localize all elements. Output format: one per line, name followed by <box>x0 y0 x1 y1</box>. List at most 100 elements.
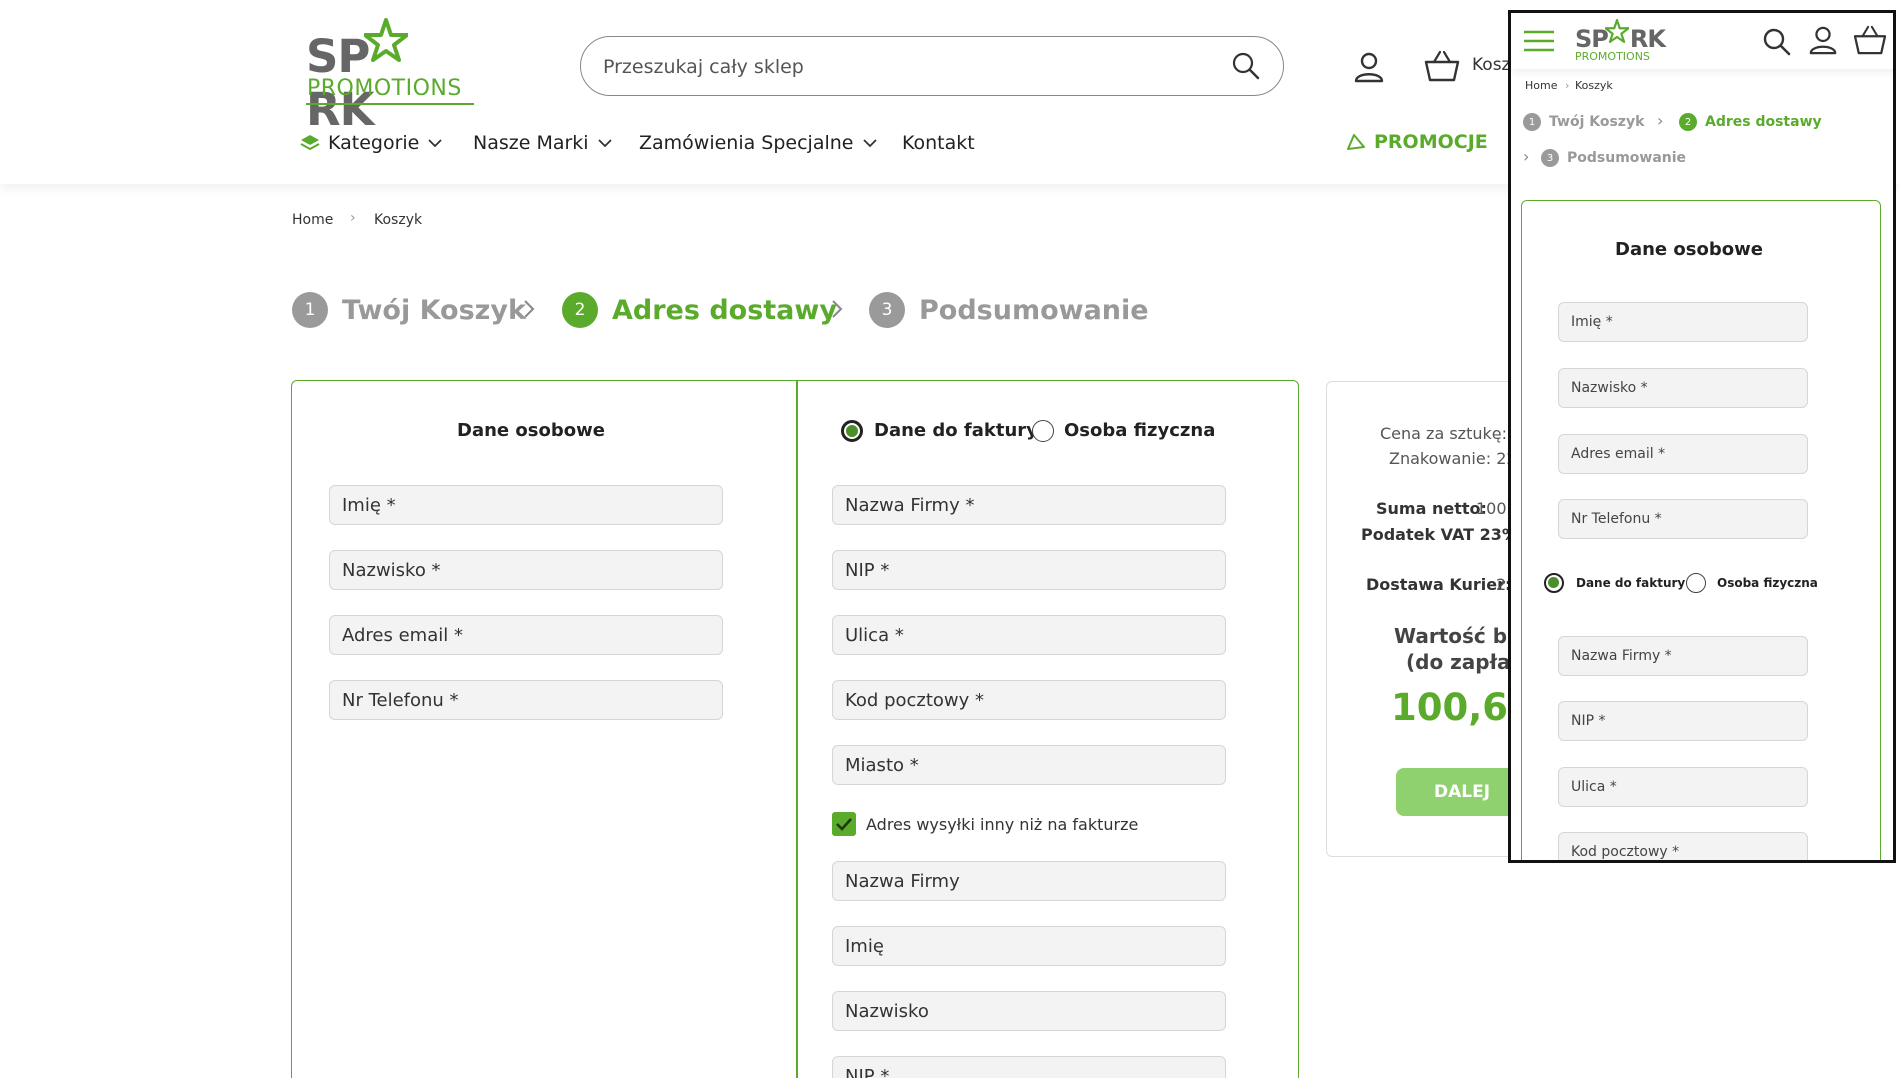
step-address: 2 Adres dostawy <box>562 292 837 328</box>
megaphone-icon <box>1347 134 1365 150</box>
net-sum-value: 100 <box>1476 499 1507 518</box>
next-button-label: DALEJ <box>1434 782 1491 802</box>
first-name-field[interactable]: Imię * <box>329 485 723 525</box>
different-shipping-label[interactable]: Adres wysyłki inny niż na fakturze <box>866 815 1138 834</box>
search-input[interactable]: Przeszukaj cały sklep <box>580 36 1284 96</box>
first-name-field[interactable]: Imię * <box>1558 302 1808 342</box>
step-label: Adres dostawy <box>1705 114 1822 130</box>
person-radio-label[interactable]: Osoba fizyczna <box>1717 576 1818 590</box>
mobile-step-cart[interactable]: 1 Twój Koszyk <box>1523 113 1644 131</box>
vat-label: Podatek VAT 23%: <box>1361 525 1525 544</box>
cart-icon[interactable] <box>1424 50 1460 82</box>
step-label: Adres dostawy <box>612 294 837 326</box>
chevron-right-icon: › <box>1523 147 1530 166</box>
star-icon <box>1605 19 1629 43</box>
mobile-logo-subtitle: PROMOTIONS <box>1575 50 1650 63</box>
step-number: 3 <box>1541 149 1559 167</box>
mobile-step-summary: 3 Podsumowanie <box>1541 149 1686 167</box>
nav-nasze-marki-label: Nasze Marki <box>473 132 589 154</box>
nav-nasze-marki[interactable]: Nasze Marki <box>473 132 613 154</box>
shipping-first-name-field[interactable]: Imię <box>832 926 1226 966</box>
invoice-radio-label[interactable]: Dane do faktury <box>874 420 1038 441</box>
phone-field[interactable]: Nr Telefonu * <box>329 680 723 720</box>
nav-zamowienia-label: Zamówienia Specjalne <box>639 132 854 154</box>
cart-icon[interactable] <box>1853 25 1887 55</box>
gross-label-line2: (do zapłat <box>1406 650 1521 674</box>
unit-price-line: Cena za sztukę: 1 <box>1380 424 1523 443</box>
phone-field[interactable]: Nr Telefonu * <box>1558 499 1808 539</box>
step-number: 2 <box>562 292 598 328</box>
breadcrumb-separator: › <box>350 210 356 226</box>
mobile-breadcrumb-home[interactable]: Home <box>1525 79 1557 92</box>
step-number: 2 <box>1679 113 1697 131</box>
delivery-value: 2 <box>1496 575 1507 594</box>
marking-line: Znakowanie: 22 <box>1389 449 1517 468</box>
invoice-radio[interactable] <box>841 420 863 442</box>
person-radio-label[interactable]: Osoba fizyczna <box>1064 420 1215 441</box>
chevron-right-icon <box>524 300 535 318</box>
nav-promocje-label: PROMOCJE <box>1374 131 1488 153</box>
mobile-step-address: 2 Adres dostawy <box>1679 113 1822 131</box>
shipping-company-field[interactable]: Nazwa Firmy <box>832 861 1226 901</box>
step-cart[interactable]: 1 Twój Koszyk <box>292 292 526 328</box>
mobile-header: SP RK PROMOTIONS <box>1511 13 1893 69</box>
street-field[interactable]: Ulica * <box>832 615 1226 655</box>
chevron-down-icon <box>597 139 612 148</box>
spark-promotions-logo[interactable]: SPRK PROMOTIONS <box>306 16 474 136</box>
person-radio[interactable] <box>1032 420 1054 442</box>
shipping-nip-field[interactable]: NIP * <box>832 1056 1226 1078</box>
invoice-radio-label[interactable]: Dane do faktury <box>1576 576 1685 590</box>
step-label: Podsumowanie <box>1567 150 1687 166</box>
logo-underline <box>306 103 474 105</box>
step-label: Podsumowanie <box>919 294 1149 326</box>
mobile-breadcrumb-koszyk: Koszyk <box>1575 79 1613 92</box>
email-field[interactable]: Adres email * <box>329 615 723 655</box>
chevron-right-icon <box>832 300 843 318</box>
email-field[interactable]: Adres email * <box>1558 434 1808 474</box>
search-icon[interactable] <box>1231 51 1261 81</box>
net-sum-label: Suma netto: <box>1376 499 1487 518</box>
step-label: Twój Koszyk <box>342 294 526 326</box>
chevron-down-icon <box>428 139 443 148</box>
cart-label[interactable]: Kosz <box>1472 55 1510 75</box>
street-field[interactable]: Ulica * <box>1558 767 1808 807</box>
nav-zamowienia-specjalne[interactable]: Zamówienia Specjalne <box>639 132 878 154</box>
mobile-personal-title: Dane osobowe <box>1615 239 1763 260</box>
user-account-icon[interactable] <box>1353 51 1385 83</box>
breadcrumb-koszyk: Koszyk <box>374 212 423 228</box>
search-icon[interactable] <box>1762 27 1792 57</box>
last-name-field[interactable]: Nazwisko * <box>329 550 723 590</box>
search-placeholder: Przeszukaj cały sklep <box>603 56 804 78</box>
nav-kategorie[interactable]: Kategorie <box>300 132 443 154</box>
shipping-last-name-field[interactable]: Nazwisko <box>832 991 1226 1031</box>
nip-field[interactable]: NIP * <box>832 550 1226 590</box>
layers-icon <box>300 135 320 151</box>
last-name-field[interactable]: Nazwisko * <box>1558 368 1808 408</box>
city-field[interactable]: Miasto * <box>832 745 1226 785</box>
user-account-icon[interactable] <box>1808 25 1838 55</box>
mobile-form-card: Dane osobowe Imię * Nazwisko * Adres ema… <box>1521 200 1881 860</box>
nav-promocje[interactable]: PROMOCJE <box>1346 131 1488 153</box>
mobile-preview: SP RK PROMOTIONS Home › Koszyk 1 Twój Kos… <box>1508 10 1896 863</box>
checkmark-icon <box>836 818 852 831</box>
delivery-label: Dostawa Kurier: <box>1366 575 1512 594</box>
chevron-down-icon <box>862 139 877 148</box>
hamburger-menu-icon[interactable] <box>1523 29 1555 53</box>
logo-subtitle: PROMOTIONS <box>307 76 462 101</box>
different-shipping-checkbox[interactable] <box>832 812 856 836</box>
nip-field[interactable]: NIP * <box>1558 701 1808 741</box>
step-number: 1 <box>1523 113 1541 131</box>
card-divider <box>796 380 798 1078</box>
star-icon <box>364 18 408 62</box>
personal-data-title: Dane osobowe <box>457 420 605 441</box>
company-name-field[interactable]: Nazwa Firmy * <box>1558 636 1808 676</box>
postal-code-field[interactable]: Kod pocztowy * <box>832 680 1226 720</box>
postal-code-field[interactable]: Kod pocztowy * <box>1558 832 1808 860</box>
invoice-radio[interactable] <box>1544 573 1564 593</box>
nav-kontakt-label: Kontakt <box>902 132 975 154</box>
company-name-field[interactable]: Nazwa Firmy * <box>832 485 1226 525</box>
breadcrumb-separator: › <box>1565 79 1570 92</box>
breadcrumb-home[interactable]: Home <box>292 212 333 228</box>
person-radio[interactable] <box>1686 573 1706 593</box>
nav-kontakt[interactable]: Kontakt <box>902 132 975 154</box>
